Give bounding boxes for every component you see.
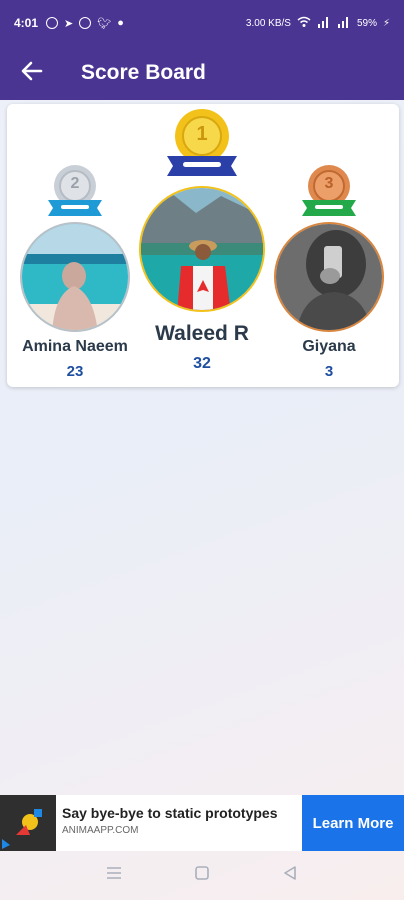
- player-name: Waleed R: [155, 322, 249, 345]
- silver-medal-icon: 2: [45, 164, 105, 220]
- arrow-left-icon: [21, 61, 43, 86]
- battery-level: 59%: [356, 17, 377, 29]
- learn-more-button[interactable]: Learn More: [302, 795, 404, 851]
- status-right: 3.00 KB/S 59% ⚡︎: [246, 16, 390, 31]
- ad-text: Say bye-bye to static prototypes ANIMAAP…: [56, 795, 302, 851]
- avatar: [139, 186, 265, 312]
- triangle-back-icon: [283, 866, 297, 885]
- ad-headline: Say bye-bye to static prototypes: [62, 805, 278, 821]
- back-button[interactable]: [0, 46, 64, 100]
- messenger-icon: [79, 17, 92, 29]
- podium-third[interactable]: 3 Giyana 3: [271, 164, 387, 384]
- player-name: Amina Naeem: [22, 338, 128, 355]
- signal-icon-2: [337, 16, 351, 31]
- wifi-icon: [297, 16, 311, 31]
- rank-label: 3: [324, 175, 334, 192]
- dot-icon: ●: [117, 17, 124, 29]
- charging-icon: ⚡︎: [382, 17, 390, 29]
- status-time: 4:01: [14, 16, 39, 30]
- ad-banner[interactable]: Say bye-bye to static prototypes ANIMAAP…: [0, 795, 404, 851]
- player-score: 23: [66, 363, 84, 380]
- rank-label: 1: [196, 123, 208, 145]
- back-nav-button[interactable]: [280, 866, 300, 886]
- ad-logo: [0, 795, 56, 851]
- podium-first[interactable]: 1 Waleed R 32: [137, 108, 267, 384]
- square-icon: [195, 866, 209, 885]
- home-button[interactable]: [192, 866, 212, 886]
- network-speed: 3.00 KB/S: [245, 17, 291, 29]
- status-bar: 4:01 ➤ 🐦︎ ● 3.00 KB/S 59% ⚡︎: [0, 0, 404, 46]
- avatar: [274, 222, 384, 332]
- player-name: Giyana: [302, 338, 356, 355]
- menu-icon: [106, 866, 122, 885]
- recent-apps-button[interactable]: [104, 866, 124, 886]
- system-nav-bar: [0, 851, 404, 900]
- player-score: 32: [193, 355, 211, 372]
- page-title: Score Board: [81, 61, 206, 84]
- podium-second[interactable]: 2 Amina Naeem 23: [13, 164, 137, 384]
- telegram-icon: ➤: [64, 17, 74, 30]
- notification-icons: ➤ 🐦︎ ●: [46, 17, 124, 30]
- player-score: 3: [324, 363, 334, 380]
- rank-label: 2: [70, 175, 80, 192]
- signal-icon: [317, 16, 331, 31]
- gold-medal-icon: 1: [164, 108, 240, 182]
- app-bar: Score Board: [0, 46, 404, 100]
- twitter-icon: 🐦︎: [97, 17, 112, 30]
- bronze-medal-icon: 3: [299, 164, 359, 220]
- whatsapp-icon: [46, 17, 59, 29]
- leaderboard-card: 2 Amina Naeem 23 1 Waleed R 32 3 Giyana …: [7, 104, 399, 387]
- avatar: [20, 222, 130, 332]
- ad-domain: ANIMAAPP.COM: [62, 825, 139, 836]
